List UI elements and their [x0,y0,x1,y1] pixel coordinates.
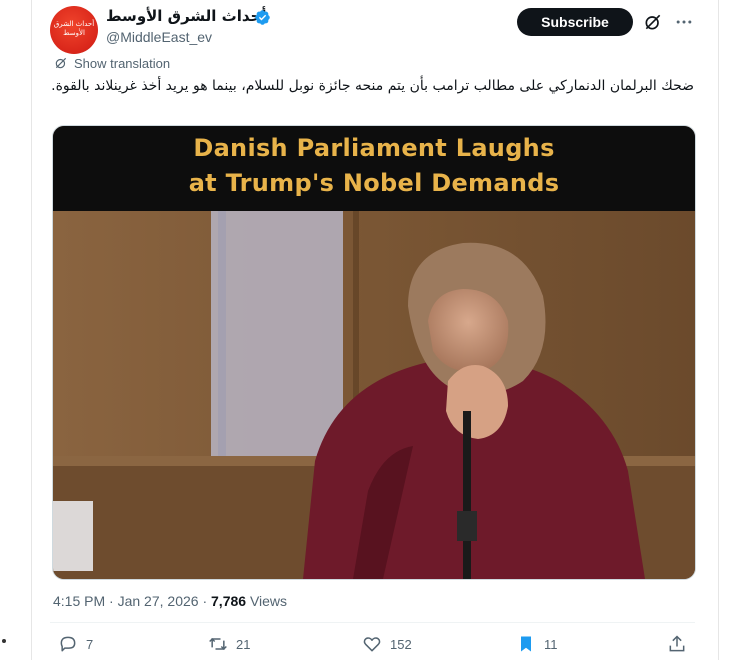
views-count[interactable]: 7,786 [211,593,246,609]
views-label: Views [246,593,288,609]
show-translation-label: Show translation [74,55,171,71]
meta-separator-2: · [198,593,212,609]
verified-badge-icon [255,10,270,25]
author-display-name[interactable]: أحداث الشرق الأوسط [106,7,267,25]
more-icon[interactable] [674,12,694,32]
repost-icon [209,637,227,651]
video-frame-scene [53,211,695,579]
video-caption-line2: at Trump's Nobel Demands [188,169,560,197]
share-button[interactable] [667,634,687,654]
reply-button[interactable]: 7 [58,634,93,654]
repost-count: 21 [236,636,251,652]
bookmark-icon [521,636,531,652]
subscribe-button[interactable]: Subscribe [517,8,633,36]
action-divider [50,622,695,623]
translate-icon [55,57,67,69]
tweet-date[interactable]: Jan 27, 2026 [118,593,199,609]
tweet-video[interactable]: Danish Parliament Laughs at Trump's Nobe… [52,125,696,580]
share-icon [669,635,685,652]
meta-separator: · [105,593,118,609]
frame-right-border [718,0,719,660]
tweet-text: ضحك البرلمان الدنماركي على مطالب ترامب ب… [51,78,694,94]
reply-count: 7 [86,636,94,652]
frame-left-border [31,0,32,660]
heart-icon [363,637,381,652]
repost-button[interactable]: 21 [208,634,250,654]
avatar[interactable]: أحداث الشرق الأوسط [50,6,98,54]
tweet-time[interactable]: 4:15 PM [53,593,105,609]
video-caption-line1: Danish Parliament Laughs [193,134,555,162]
tweet-meta: 4:15 PM · Jan 27, 2026 · 7,786 Views [53,593,287,609]
like-button[interactable]: 152 [362,634,412,654]
like-count: 152 [390,636,412,652]
author-handle[interactable]: @MiddleEast_ev [106,29,212,45]
avatar-logo-text: أحداث الشرق الأوسط [53,20,95,37]
stray-dot [2,639,6,643]
grok-icon[interactable] [643,12,663,32]
bookmark-button[interactable]: 11 [516,634,558,654]
show-translation-link[interactable]: Show translation [54,55,170,71]
reply-icon [60,636,76,652]
bookmark-count: 11 [544,636,558,652]
